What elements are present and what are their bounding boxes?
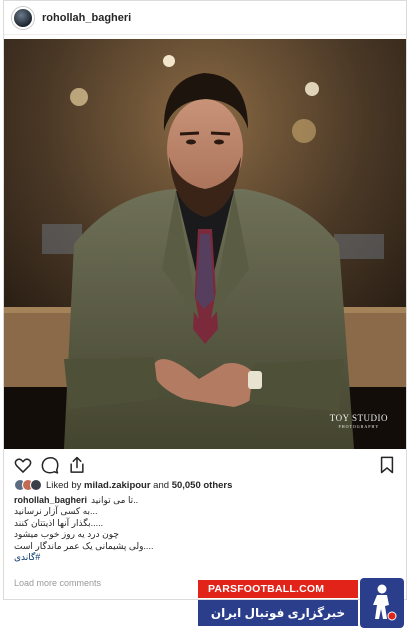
- portrait-image: [4, 39, 406, 449]
- banner-site-name: PARSFOOTBALL.COM: [198, 580, 358, 598]
- likes-count[interactable]: 50,050 others: [172, 480, 233, 491]
- likes-text: Liked by milad.zakipour and 50,050 other…: [46, 480, 232, 491]
- football-player-logo-icon: [360, 578, 404, 628]
- caption-line: .....بگذار آنها اذیتتان کنند: [14, 517, 104, 528]
- share-icon[interactable]: [67, 455, 87, 475]
- studio-watermark: TOY STUDIO PHOTOGRAPHY: [330, 413, 388, 429]
- heart-icon[interactable]: [13, 455, 33, 475]
- load-more-comments-link[interactable]: Load more comments: [14, 578, 101, 588]
- liked-by-user[interactable]: milad.zakipour: [84, 480, 151, 491]
- watermark-sub: PHOTOGRAPHY: [338, 424, 380, 429]
- caption-username[interactable]: rohollah_bagheri: [14, 495, 87, 505]
- post-caption: rohollah_bagheri ..تا می توانید ...به کسی…: [14, 495, 399, 563]
- bookmark-icon[interactable]: [377, 455, 397, 475]
- watermark-main: TOY STUDIO: [329, 413, 388, 423]
- action-bar: [4, 453, 406, 477]
- post-header: rohollah_bagheri: [4, 1, 406, 35]
- caption-line: ...به کسی آزار نرسانید: [14, 506, 98, 517]
- likes-prefix: Liked by: [46, 479, 85, 491]
- liker-avatars: [14, 479, 42, 491]
- post-photo[interactable]: TOY STUDIO PHOTOGRAPHY: [4, 39, 406, 449]
- instagram-post: rohollah_bagheri TOY STUDIO PHOTOGRAPHY …: [3, 0, 407, 600]
- banner-tagline: خبرگزاری فوتبال ایران: [198, 600, 358, 626]
- caption-line: ....ولی پشیمانی یک عمر ماندگار است: [14, 540, 154, 551]
- parsfootball-banner: PARSFOOTBALL.COM خبرگزاری فوتبال ایران: [198, 578, 406, 632]
- likes-row: Liked by milad.zakipour and 50,050 other…: [14, 477, 232, 493]
- avatar[interactable]: [12, 6, 34, 29]
- comment-icon[interactable]: [40, 455, 60, 475]
- likes-middle: and: [150, 479, 172, 491]
- caption-line: ..تا می توانید: [91, 495, 139, 505]
- hashtag-link[interactable]: #گاندی: [14, 552, 399, 563]
- avatar[interactable]: [30, 479, 42, 491]
- post-username[interactable]: rohollah_bagheri: [42, 12, 131, 24]
- caption-line: چون درد یه روز خوب میشود: [14, 529, 119, 540]
